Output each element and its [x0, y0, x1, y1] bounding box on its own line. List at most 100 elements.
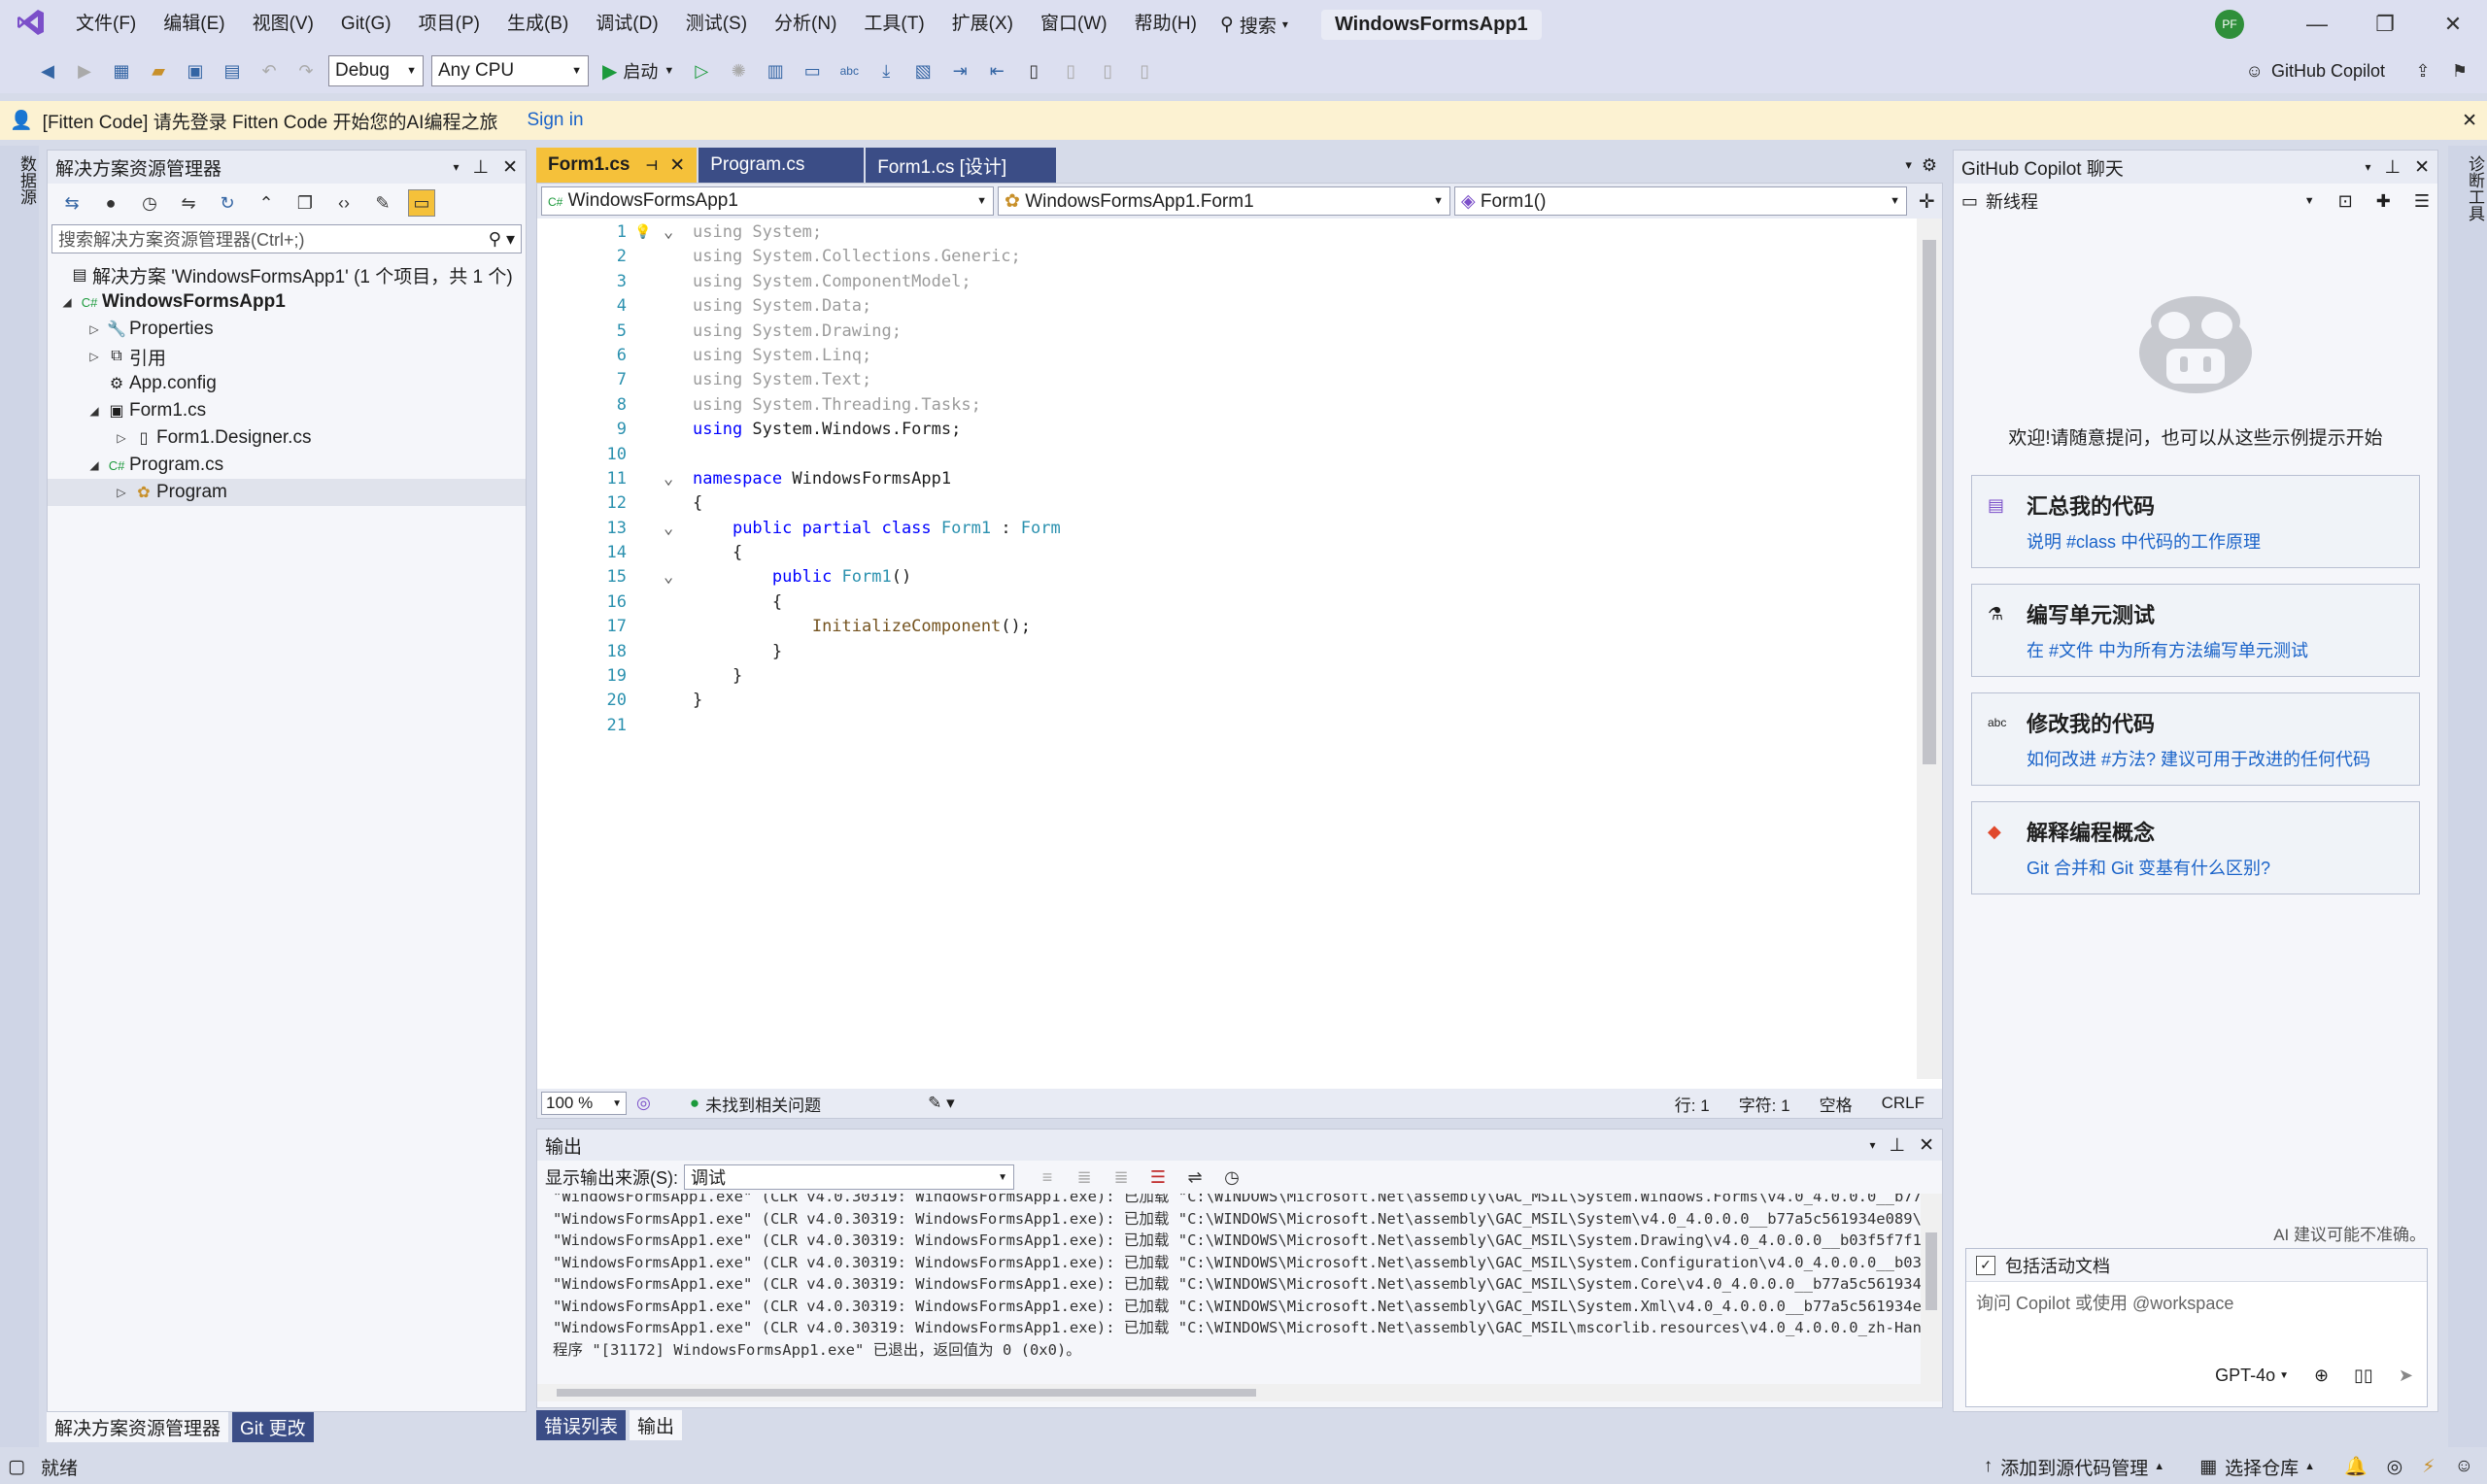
collapsed-arrow-icon[interactable]: ▷ — [112, 431, 131, 445]
issues-status[interactable]: 未找到相关问题 — [705, 1092, 821, 1116]
nav-member-select[interactable]: ◈ Form1() ▼ — [1454, 186, 1907, 216]
tree-item-references[interactable]: ▷ ⧉ 引用 — [48, 343, 526, 370]
scroll-thumb[interactable] — [557, 1389, 1256, 1397]
new-thread-icon[interactable]: ✚ — [2376, 191, 2391, 212]
hot-reload-icon[interactable]: ✺ — [725, 57, 752, 84]
new-window-icon[interactable]: ⊡ — [2338, 191, 2353, 212]
copilot-status-icon[interactable]: ◎ — [2387, 1456, 2403, 1478]
close-icon[interactable]: ✕ — [2419, 0, 2487, 49]
menu-extensions[interactable]: 扩展(X) — [938, 0, 1027, 49]
tree-item-appconfig[interactable]: ⚙ App.config — [48, 370, 526, 397]
attach-icon[interactable]: ⊕ — [2314, 1366, 2329, 1386]
redo-icon[interactable]: ↷ — [292, 57, 320, 84]
bookmark-icon[interactable]: ▯ — [1020, 57, 1047, 84]
collapsed-arrow-icon[interactable]: ▷ — [112, 486, 131, 499]
prompt-card-unit-test[interactable]: ⚗ 编写单元测试 在 #文件 中为所有方法编写单元测试 — [1971, 584, 2420, 677]
code-area[interactable]: 1 💡 ⌄ using System; 2 using System.Collectio… — [537, 219, 1942, 738]
nav-project-select[interactable]: C# WindowsFormsApp1 ▼ — [541, 186, 994, 216]
outdent-icon[interactable]: ⇤ — [983, 57, 1010, 84]
output-text[interactable]: "WindowsFormsApp1.exe" (CLR v4.0.30319: … — [537, 1194, 1942, 1384]
next-message-icon[interactable]: ≣ — [1107, 1164, 1135, 1191]
dropdown-icon[interactable]: ▾ — [2365, 160, 2370, 174]
preview-icon[interactable]: ▭ — [408, 189, 435, 217]
menu-build[interactable]: 生成(B) — [494, 0, 582, 49]
tab-output[interactable]: 输出 — [630, 1409, 683, 1440]
send-icon[interactable]: ➤ — [2399, 1366, 2413, 1386]
prompt-card-summarize[interactable]: ▤ 汇总我的代码 说明 #class 中代码的工作原理 — [1971, 475, 2420, 568]
feedback-icon[interactable]: ☺ — [2455, 1456, 2473, 1477]
tab-overflow-icon[interactable]: ▾ — [1905, 157, 1912, 173]
new-project-icon[interactable]: ▦ — [108, 57, 135, 84]
indent-mode[interactable]: 空格 — [1820, 1092, 1853, 1116]
output-horizontal-scrollbar[interactable] — [537, 1384, 1942, 1401]
find-message-icon[interactable]: ≡ — [1034, 1164, 1061, 1191]
word-wrap-icon[interactable]: ⇌ — [1181, 1164, 1209, 1191]
prompt-card-modify[interactable]: abc 修改我的代码 如何改进 #方法? 建议可用于改进的任何代码 — [1971, 692, 2420, 786]
tree-item-solution[interactable]: ▤ 解决方案 'WindowsFormsApp1' (1 个项目，共 1 个) — [48, 261, 526, 288]
pin-icon[interactable]: ⊥ — [473, 156, 490, 179]
pin-icon[interactable]: ⊥ — [1890, 1134, 1906, 1157]
close-icon[interactable]: ✕ — [1919, 1134, 1934, 1157]
char-number[interactable]: 字符: 1 — [1739, 1092, 1790, 1116]
expanded-arrow-icon[interactable]: ◢ — [57, 295, 77, 309]
browse-icon[interactable]: ▥ — [762, 57, 789, 84]
share-icon[interactable]: ⇪ — [2409, 57, 2436, 84]
tab-form1-cs[interactable]: Form1.cs ⊣ ✕ — [536, 148, 698, 183]
search-menu[interactable]: ⚲ 搜索 ▾ — [1210, 12, 1298, 38]
thread-select[interactable]: 新线程 — [1986, 188, 2038, 214]
close-icon[interactable]: ✕ — [669, 154, 685, 177]
undo-icon[interactable]: ↶ — [256, 57, 283, 84]
menu-view[interactable]: 视图(V) — [239, 0, 327, 49]
pin-icon[interactable]: ⊣ — [645, 157, 658, 174]
close-icon[interactable]: ✕ — [2414, 156, 2430, 179]
output-source-select[interactable]: 调试 ▼ — [684, 1164, 1014, 1190]
tab-git-changes[interactable]: Git 更改 — [232, 1411, 314, 1442]
indent-icon[interactable]: ⇥ — [946, 57, 973, 84]
clear-all-icon[interactable]: ☰ — [1144, 1164, 1172, 1191]
switch-view-icon[interactable]: ⇆ — [58, 189, 85, 217]
menu-file[interactable]: 文件(F) — [62, 0, 150, 49]
explorer-search-input[interactable]: 搜索解决方案资源管理器(Ctrl+;) — [58, 226, 305, 252]
avatar[interactable]: PF — [2215, 10, 2244, 39]
pin-icon[interactable]: ⊥ — [2385, 156, 2402, 179]
source-control-button[interactable]: 添加到源代码管理 ▲ — [2000, 1454, 2164, 1480]
menu-git[interactable]: Git(G) — [327, 0, 405, 49]
dropdown-icon[interactable]: ▾ — [453, 160, 459, 174]
chevron-down-icon[interactable]: ▼ — [2304, 195, 2315, 207]
hint-icon[interactable]: ⚡ — [2422, 1456, 2435, 1478]
tree-item-program[interactable]: ▷ ✿ Program — [48, 479, 526, 506]
menu-icon[interactable]: ☰ — [2414, 191, 2430, 212]
restore-icon[interactable]: ❐ — [2351, 0, 2419, 49]
tab-error-list[interactable]: 错误列表 — [536, 1409, 627, 1440]
model-select[interactable]: GPT-4o ▼ — [2215, 1366, 2289, 1386]
properties-icon[interactable]: ✎ — [369, 189, 396, 217]
save-icon[interactable]: ▣ — [182, 57, 209, 84]
output-vertical-scrollbar[interactable] — [1921, 1194, 1942, 1384]
health-icon[interactable]: ◎ — [636, 1094, 651, 1113]
bookmark-next-icon[interactable]: ▯ — [1094, 57, 1121, 84]
prompt-card-explain[interactable]: ◆ 解释编程概念 Git 合并和 Git 变基有什么区别? — [1971, 801, 2420, 894]
include-docs-checkbox[interactable]: ✓ — [1976, 1255, 1995, 1275]
zoom-select[interactable]: 100 % ▼ — [541, 1092, 627, 1115]
menu-debug[interactable]: 调试(D) — [582, 0, 671, 49]
start-button[interactable]: ▶ 启动 ▼ — [602, 58, 674, 84]
tree-item-programcs[interactable]: ◢ C# Program.cs — [48, 452, 526, 479]
signin-link[interactable]: Sign in — [527, 110, 583, 131]
config-select[interactable]: Debug ▼ — [328, 55, 424, 86]
line-ending[interactable]: CRLF — [1882, 1094, 1925, 1113]
lightbulb-icon[interactable]: 💡 — [634, 220, 664, 245]
gear-icon[interactable]: ⚙ — [1922, 155, 1937, 176]
step-icon[interactable]: ⤓ — [872, 57, 900, 84]
sync-icon[interactable]: ⇋ — [175, 189, 202, 217]
tab-program-cs[interactable]: Program.cs — [698, 148, 865, 183]
menu-test[interactable]: 测试(S) — [672, 0, 761, 49]
nav-class-select[interactable]: ✿ WindowsFormsApp1.Form1 ▼ — [998, 186, 1450, 216]
prev-message-icon[interactable]: ≣ — [1071, 1164, 1098, 1191]
collapsed-arrow-icon[interactable]: ▷ — [85, 350, 104, 363]
split-icon[interactable]: ✛ — [1919, 189, 1935, 214]
data-sources-tab[interactable]: 数据源 — [10, 150, 44, 211]
open-icon[interactable]: ▰ — [145, 57, 172, 84]
refresh-icon[interactable]: ↻ — [214, 189, 241, 217]
close-icon[interactable]: ✕ — [2462, 110, 2477, 132]
layout-icon[interactable]: ▭ — [799, 57, 826, 84]
